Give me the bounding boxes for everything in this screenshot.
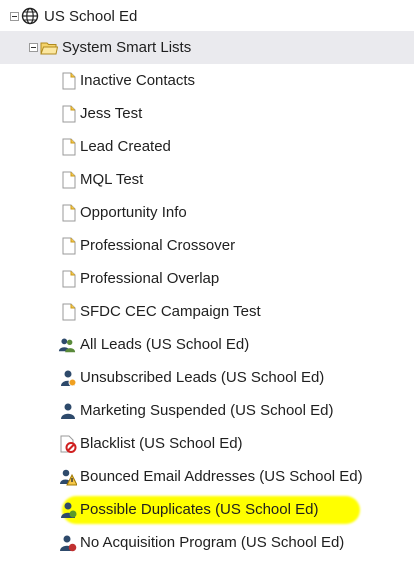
warning-icon xyxy=(60,469,77,486)
smart-list-label: Lead Created xyxy=(80,138,171,155)
person-duplicate-icon xyxy=(61,502,77,518)
smart-list-item[interactable]: MQL Test xyxy=(0,163,414,196)
list-item-label: Marketing Suspended (US School Ed) xyxy=(80,402,334,419)
list-item-unsubscribed-leads[interactable]: Unsubscribed Leads (US School Ed) xyxy=(0,361,414,394)
smart-list-item[interactable]: Opportunity Info xyxy=(0,196,414,229)
smart-list-label: Professional Crossover xyxy=(80,237,236,254)
blacklist-icon xyxy=(60,435,77,453)
person-no-program-icon xyxy=(60,535,77,552)
list-item-bounced-email[interactable]: Bounced Email Addresses (US School Ed) xyxy=(0,460,414,493)
smart-list-item[interactable]: Inactive Contacts xyxy=(0,64,414,97)
tree-root[interactable]: US School Ed xyxy=(0,0,414,33)
smart-list-icon xyxy=(62,171,76,189)
smart-list-icon xyxy=(62,138,76,156)
smart-list-item[interactable]: Lead Created xyxy=(0,130,414,163)
collapse-toggle-icon[interactable] xyxy=(29,43,38,52)
smart-list-item[interactable]: Professional Crossover xyxy=(0,229,414,262)
smart-list-icon xyxy=(62,204,76,222)
globe-icon xyxy=(21,7,39,25)
list-item-possible-duplicates[interactable]: Possible Duplicates (US School Ed) xyxy=(0,493,414,526)
folder-icon xyxy=(40,42,58,55)
smart-list-item[interactable]: Professional Overlap xyxy=(0,262,414,295)
root-label: US School Ed xyxy=(44,8,138,25)
folder-tree: US School Ed System Smart Lists Inactive… xyxy=(0,0,414,563)
list-item-label: Unsubscribed Leads (US School Ed) xyxy=(80,369,325,386)
list-item-label: Possible Duplicates (US School Ed) xyxy=(80,501,319,518)
smart-list-label: Jess Test xyxy=(80,105,143,122)
smart-list-label: MQL Test xyxy=(80,171,144,188)
list-item-label: Blacklist (US School Ed) xyxy=(80,435,243,452)
smart-list-icon xyxy=(62,270,76,288)
folder-label: System Smart Lists xyxy=(62,39,192,56)
list-item-all-leads[interactable]: All Leads (US School Ed) xyxy=(0,328,414,361)
person-unsubscribed-icon xyxy=(61,370,77,387)
tree-folder-system-smart-lists[interactable]: System Smart Lists xyxy=(0,31,414,64)
list-item-blacklist[interactable]: Blacklist (US School Ed) xyxy=(0,427,414,460)
person-suspended-icon xyxy=(61,403,75,419)
smart-list-label: SFDC CEC Campaign Test xyxy=(80,303,261,320)
list-item-no-acquisition-program[interactable]: No Acquisition Program (US School Ed) xyxy=(0,526,414,559)
smart-list-label: Inactive Contacts xyxy=(80,72,196,89)
smart-list-item[interactable]: SFDC CEC Campaign Test xyxy=(0,295,414,328)
collapse-toggle-icon[interactable] xyxy=(10,12,19,21)
smart-list-icon xyxy=(62,237,76,255)
smart-list-label: Professional Overlap xyxy=(80,270,220,287)
list-item-label: All Leads (US School Ed) xyxy=(80,336,250,353)
list-item-label: No Acquisition Program (US School Ed) xyxy=(80,534,345,551)
smart-list-item[interactable]: Jess Test xyxy=(0,97,414,130)
list-item-marketing-suspended[interactable]: Marketing Suspended (US School Ed) xyxy=(0,394,414,427)
smart-list-icon xyxy=(62,105,76,123)
list-item-label: Bounced Email Addresses (US School Ed) xyxy=(80,468,363,485)
smart-list-icon xyxy=(62,72,76,90)
smart-list-label: Opportunity Info xyxy=(80,204,187,221)
smart-list-icon xyxy=(62,303,76,321)
people-icon xyxy=(58,338,76,353)
